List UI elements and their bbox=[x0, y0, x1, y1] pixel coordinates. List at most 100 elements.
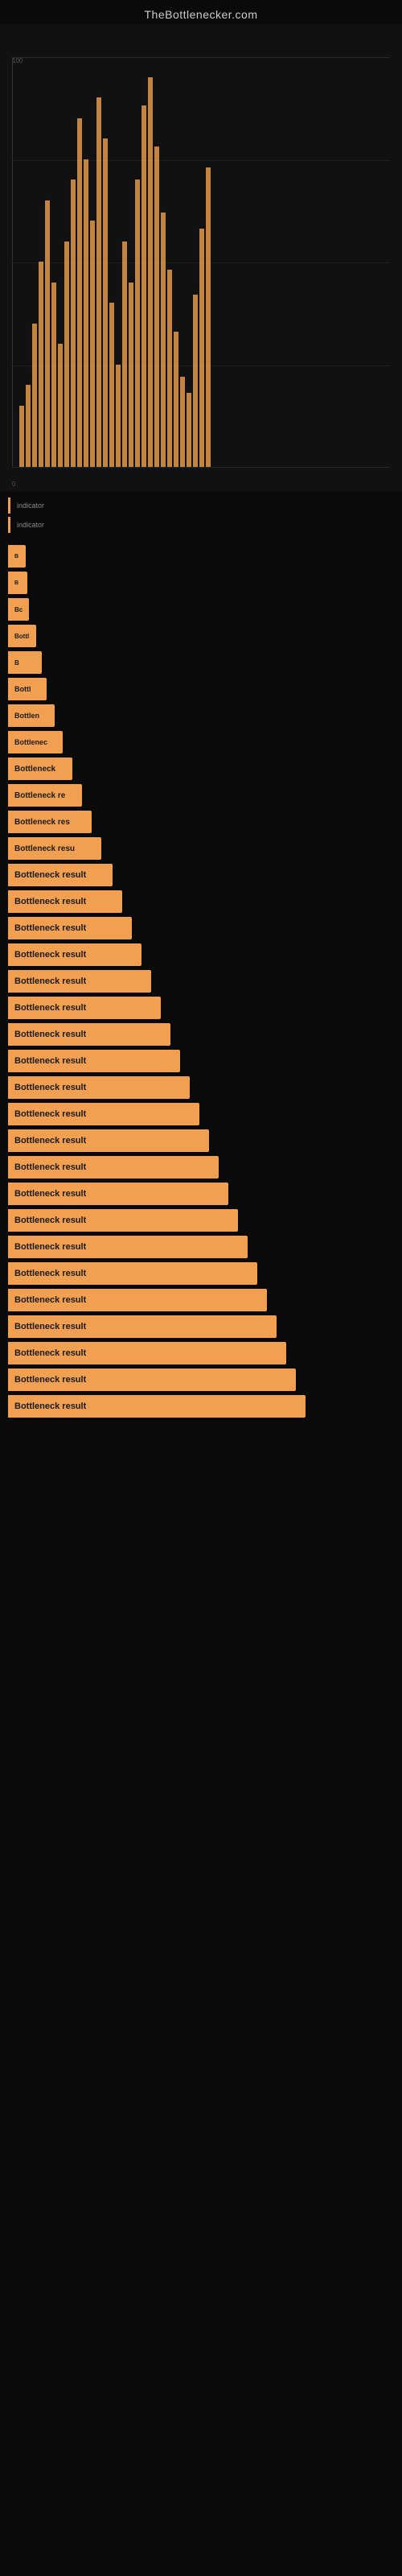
list-item: Bottleneck result bbox=[0, 943, 402, 966]
result-bar: Bottleneck result bbox=[8, 1183, 228, 1205]
result-bar: Bottleneck result bbox=[8, 1315, 277, 1338]
list-item: Bottleneck result bbox=[0, 1050, 402, 1072]
result-bar: B bbox=[8, 545, 26, 568]
result-bar: Bottl bbox=[8, 625, 36, 647]
result-bar-text: Bottleneck result bbox=[14, 1348, 86, 1358]
list-item: Bottleneck result bbox=[0, 1023, 402, 1046]
result-bar-text: Bottleneck result bbox=[14, 1162, 86, 1172]
list-item: B bbox=[0, 545, 402, 568]
list-item: Bottleneck result bbox=[0, 864, 402, 886]
result-bar: Bottleneck result bbox=[8, 1395, 306, 1418]
indicator-area: indicator indicator bbox=[0, 493, 402, 537]
result-bar: B bbox=[8, 651, 42, 674]
chart-label: 0 bbox=[12, 481, 15, 488]
result-bar: Bottleneck result bbox=[8, 917, 132, 939]
result-bar-text: Bottleneck result bbox=[14, 1322, 86, 1331]
result-bar-text: Bottleneck result bbox=[14, 1295, 86, 1305]
list-item: Bottleneck re bbox=[0, 784, 402, 807]
result-bar: Bottleneck result bbox=[8, 1368, 296, 1391]
list-item: Bottleneck result bbox=[0, 890, 402, 913]
result-bar-text: B bbox=[14, 580, 18, 586]
result-bar-text: Bottlenec bbox=[14, 738, 47, 746]
result-bar-text: Bottleneck result bbox=[14, 976, 86, 986]
result-bar-text: Bottleneck result bbox=[14, 870, 86, 880]
result-bar-text: Bottleneck bbox=[14, 765, 55, 774]
indicator-label-1: indicator bbox=[17, 502, 44, 510]
result-bar: Bottleneck result bbox=[8, 970, 151, 993]
list-item: Bottleneck bbox=[0, 758, 402, 780]
list-item: Bc bbox=[0, 598, 402, 621]
result-bar-text: Bottleneck result bbox=[14, 1083, 86, 1092]
results-list: B B Bc Bottl B bbox=[0, 545, 402, 1418]
result-bar: B bbox=[8, 572, 27, 594]
list-item: Bottl bbox=[0, 625, 402, 647]
result-bar: Bottleneck result bbox=[8, 1050, 180, 1072]
list-item: Bottleneck result bbox=[0, 1315, 402, 1338]
result-bar-text: Bottleneck result bbox=[14, 1242, 86, 1252]
list-item: Bottleneck result bbox=[0, 1076, 402, 1099]
result-bar-text: Bottl bbox=[14, 685, 31, 693]
result-bar-text: Bottleneck result bbox=[14, 897, 86, 906]
result-bar-text: Bottleneck resu bbox=[14, 844, 75, 853]
page-wrapper: TheBottlenecker.com bbox=[0, 0, 402, 2576]
result-bar-text: Bottleneck result bbox=[14, 1269, 86, 1278]
result-bar: Bottleneck res bbox=[8, 811, 92, 833]
result-bar: Bottleneck result bbox=[8, 1342, 286, 1364]
list-item: Bottleneck result bbox=[0, 1156, 402, 1179]
top-chart-area: 0 100 bbox=[0, 25, 402, 492]
result-bar: Bottleneck result bbox=[8, 943, 142, 966]
result-bar-text: Bottleneck result bbox=[14, 950, 86, 960]
result-bar: Bottleneck result bbox=[8, 1262, 257, 1285]
result-bar-text: Bottleneck result bbox=[14, 923, 86, 933]
result-bar-text: Bottleneck result bbox=[14, 1056, 86, 1066]
result-bar-text: Bottleneck result bbox=[14, 1109, 86, 1119]
result-bar: Bottlen bbox=[8, 704, 55, 727]
list-item: Bottlenec bbox=[0, 731, 402, 753]
result-bar-text: Bottleneck result bbox=[14, 1136, 86, 1146]
result-bar-text: Bottleneck result bbox=[14, 1003, 86, 1013]
list-item: Bottlen bbox=[0, 704, 402, 727]
result-bar-text: Bottleneck result bbox=[14, 1189, 86, 1199]
list-item: Bottleneck result bbox=[0, 1103, 402, 1125]
list-item: Bottl bbox=[0, 678, 402, 700]
result-bar: Bottleneck re bbox=[8, 784, 82, 807]
result-bar: Bottleneck result bbox=[8, 1209, 238, 1232]
result-bar: Bc bbox=[8, 598, 29, 621]
result-bar: Bottl bbox=[8, 678, 47, 700]
list-item: Bottleneck result bbox=[0, 1129, 402, 1152]
result-bar: Bottleneck result bbox=[8, 1289, 267, 1311]
list-item: Bottleneck resu bbox=[0, 837, 402, 860]
result-bar-text: Bottleneck res bbox=[14, 818, 70, 827]
result-bar: Bottleneck bbox=[8, 758, 72, 780]
list-item: Bottleneck result bbox=[0, 997, 402, 1019]
result-bar-text: B bbox=[14, 554, 18, 559]
list-item: Bottleneck result bbox=[0, 1262, 402, 1285]
result-bar: Bottleneck result bbox=[8, 1129, 209, 1152]
result-bar-text: Bottleneck re bbox=[14, 791, 65, 800]
result-bar: Bottleneck result bbox=[8, 1023, 170, 1046]
result-bar-text: Bottleneck result bbox=[14, 1402, 86, 1411]
result-bar-text: Bottlen bbox=[14, 712, 39, 720]
result-bar-text: Bottl bbox=[14, 633, 29, 640]
result-bar: Bottleneck result bbox=[8, 997, 161, 1019]
result-bar: Bottleneck result bbox=[8, 1156, 219, 1179]
list-item: Bottleneck result bbox=[0, 1395, 402, 1418]
result-bar-text: Bottleneck result bbox=[14, 1216, 86, 1225]
indicator-label-2: indicator bbox=[17, 521, 44, 529]
list-item: Bottleneck result bbox=[0, 970, 402, 993]
list-item: Bottleneck result bbox=[0, 1289, 402, 1311]
list-item: Bottleneck res bbox=[0, 811, 402, 833]
list-item: Bottleneck result bbox=[0, 1368, 402, 1391]
result-bar: Bottleneck result bbox=[8, 1103, 199, 1125]
result-bar: Bottleneck result bbox=[8, 1236, 248, 1258]
list-item: Bottleneck result bbox=[0, 917, 402, 939]
result-bar: Bottleneck result bbox=[8, 890, 122, 913]
list-item: Bottleneck result bbox=[0, 1236, 402, 1258]
list-item: Bottleneck result bbox=[0, 1183, 402, 1205]
result-bar-text: Bottleneck result bbox=[14, 1375, 86, 1385]
list-item: B bbox=[0, 651, 402, 674]
chart-y-label: 100 bbox=[12, 57, 23, 64]
list-item: B bbox=[0, 572, 402, 594]
result-bar-text: B bbox=[14, 659, 19, 667]
list-item: Bottleneck result bbox=[0, 1209, 402, 1232]
